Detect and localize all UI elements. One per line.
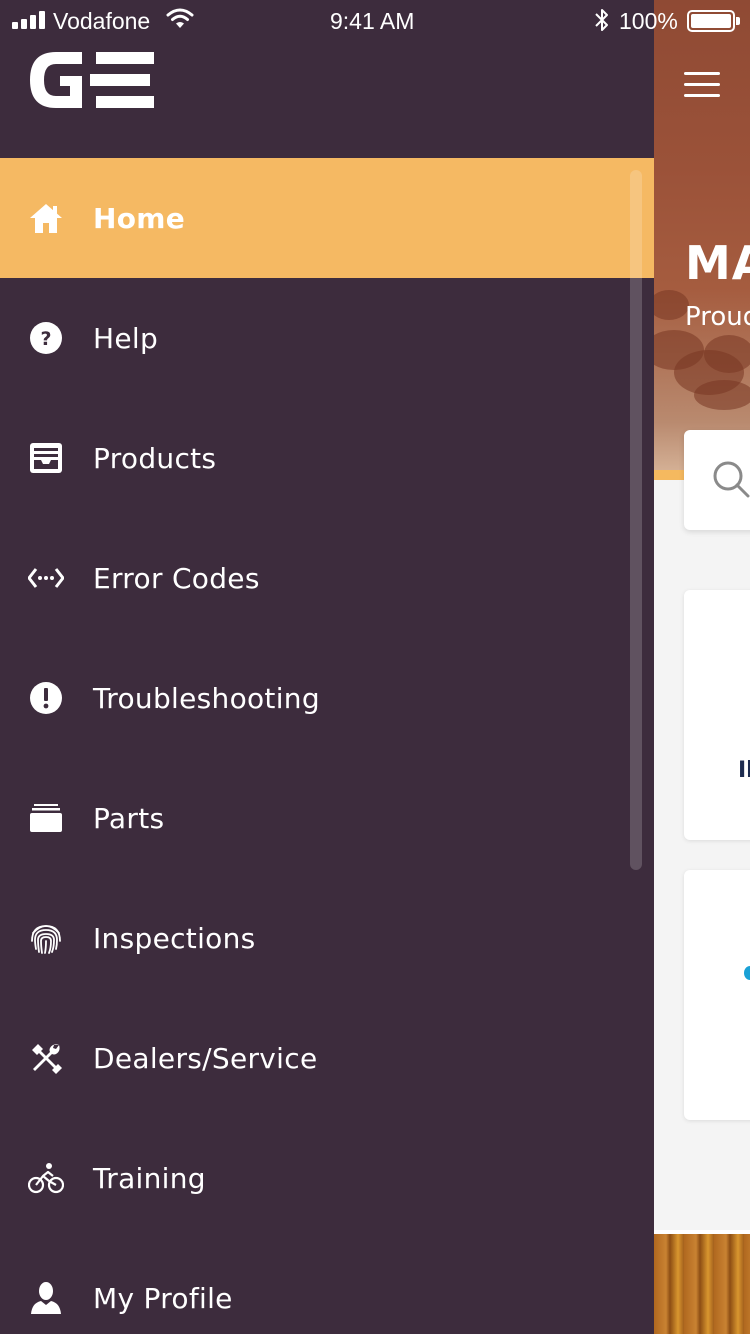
status-bar: Vodafone 9:41 AM 100% bbox=[0, 0, 750, 40]
bicycle-icon bbox=[28, 1160, 64, 1196]
menu-item-help[interactable]: ? Help bbox=[0, 278, 654, 398]
wifi-icon bbox=[166, 8, 194, 36]
menu-item-label: Troubleshooting bbox=[93, 681, 320, 715]
ge-logo-icon bbox=[30, 52, 154, 112]
menu-item-my-profile[interactable]: My Profile bbox=[0, 1238, 654, 1334]
signal-strength-icon bbox=[12, 11, 45, 29]
hamburger-menu-icon[interactable] bbox=[684, 72, 720, 98]
menu-item-products[interactable]: Products bbox=[0, 398, 654, 518]
menu-item-inspections[interactable]: Inspections bbox=[0, 878, 654, 998]
menu-item-label: Error Codes bbox=[93, 561, 260, 595]
menu-item-dealers-service[interactable]: Dealers/Service bbox=[0, 998, 654, 1118]
menu-item-label: Products bbox=[93, 441, 217, 475]
tools-icon bbox=[28, 1040, 64, 1076]
battery-icon bbox=[687, 10, 735, 32]
menu-item-label: Training bbox=[93, 1161, 206, 1195]
help-icon: ? bbox=[28, 320, 64, 356]
menu-item-troubleshooting[interactable]: Troubleshooting bbox=[0, 638, 654, 758]
menu-item-parts[interactable]: Parts bbox=[0, 758, 654, 878]
bluetooth-icon bbox=[594, 8, 610, 38]
code-icon bbox=[28, 560, 64, 596]
menu-item-training[interactable]: Training bbox=[0, 1118, 654, 1238]
carrier-name: Vodafone bbox=[53, 8, 151, 34]
menu-list: Home ? Help Products Error Codes Trouble… bbox=[0, 158, 654, 1334]
alert-icon bbox=[28, 680, 64, 716]
hero-title: MA bbox=[685, 236, 750, 290]
fingerprint-icon bbox=[28, 920, 64, 956]
content-card[interactable] bbox=[684, 870, 750, 1120]
clock: 9:41 AM bbox=[330, 8, 415, 34]
content-card[interactable]: Il bbox=[684, 590, 750, 840]
hero-subtitle: Proud bbox=[685, 302, 750, 332]
search-box[interactable] bbox=[684, 430, 750, 530]
menu-item-label: Help bbox=[93, 321, 159, 355]
menu-item-label: Inspections bbox=[93, 921, 256, 955]
home-icon bbox=[28, 200, 64, 236]
menu-item-home[interactable]: Home bbox=[0, 158, 654, 278]
menu-item-label: Parts bbox=[93, 801, 165, 835]
svg-text:?: ? bbox=[40, 328, 51, 350]
drawer-scrollbar[interactable] bbox=[630, 170, 642, 870]
bottom-image bbox=[654, 1234, 750, 1334]
parts-icon bbox=[28, 800, 64, 836]
menu-item-label: Dealers/Service bbox=[93, 1041, 318, 1075]
products-icon bbox=[28, 440, 64, 476]
background-page: MA Proud Il bbox=[654, 0, 750, 1334]
navigation-drawer: Home ? Help Products Error Codes Trouble… bbox=[0, 0, 654, 1334]
menu-item-label: Home bbox=[93, 201, 186, 235]
menu-item-label: My Profile bbox=[93, 1281, 233, 1315]
menu-item-error-codes[interactable]: Error Codes bbox=[0, 518, 654, 638]
user-icon bbox=[28, 1280, 64, 1316]
battery-percentage: 100% bbox=[619, 8, 678, 34]
search-icon bbox=[713, 461, 750, 498]
